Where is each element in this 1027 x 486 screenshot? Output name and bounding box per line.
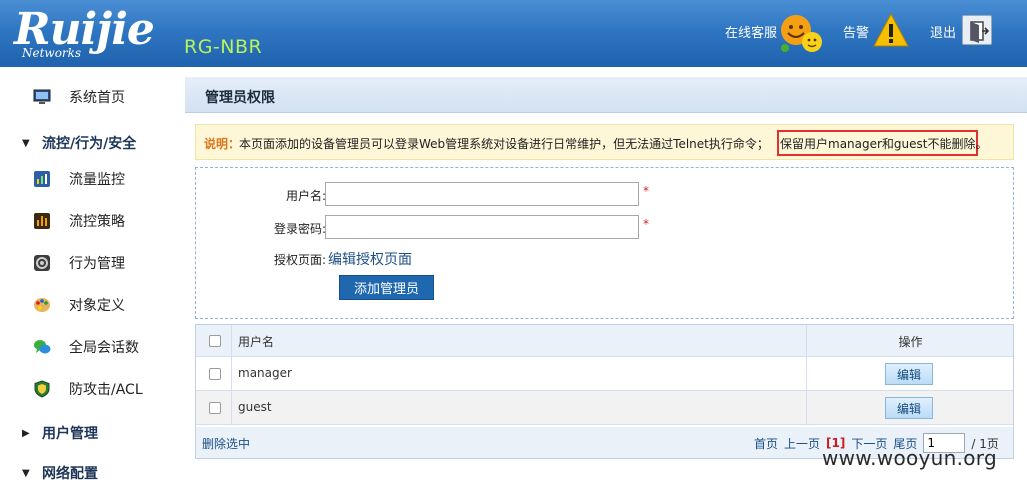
chart-icon: [34, 171, 50, 187]
sidebar-item-label: 流控策略: [69, 214, 125, 230]
auth-page-row: 授权页面: 编辑授权页面: [196, 246, 1015, 272]
alarm-link[interactable]: 告警: [843, 22, 869, 41]
logo-subtitle: Networks: [22, 46, 82, 60]
password-label: 登录密码:: [273, 222, 326, 236]
row-username: manager: [238, 365, 292, 380]
sidebar-item-object-def[interactable]: 对象定义: [0, 287, 178, 323]
edit-button[interactable]: 编辑: [885, 397, 933, 419]
header-decoration: [290, 36, 294, 47]
brand-logo: Ruijie Networks: [14, 4, 179, 62]
add-admin-form: 用户名: * 登录密码: * 授权页面: 编辑授权页面 添加管理员: [195, 167, 1014, 319]
required-mark: *: [643, 184, 649, 198]
edit-auth-page-link[interactable]: 编辑授权页面: [328, 249, 412, 269]
warning-icon[interactable]: [872, 12, 910, 48]
palette-icon: [34, 298, 50, 312]
required-mark: *: [643, 217, 649, 231]
logout-link[interactable]: 退出: [930, 22, 956, 41]
sidebar-group-network-config[interactable]: ▼ 网络配置: [0, 457, 178, 486]
sidebar-item-behavior-mgmt[interactable]: 行为管理: [0, 245, 178, 281]
row-checkbox-cell: [196, 357, 232, 390]
notice-text: 本页面添加的设备管理员可以登录Web管理系统对设备进行日常维护，但无法通过Tel…: [239, 137, 769, 151]
sidebar: 系统首页 ▼ 流控/行为/安全 流量监控 流控策略 行为管理 对象定义 全局会话…: [0, 67, 178, 486]
username-row: 用户名: *: [196, 182, 1015, 208]
auth-page-label: 授权页面:: [273, 253, 326, 267]
chevron-down-icon: ▼: [22, 137, 30, 149]
page-title: 管理员权限: [205, 90, 275, 106]
online-service-link[interactable]: 在线客服: [725, 22, 777, 41]
sidebar-group-label: 流控/行为/安全: [42, 136, 137, 152]
password-row: 登录密码: *: [196, 215, 1015, 241]
device-model: RG-NBR: [184, 36, 263, 58]
chat-icon: [34, 340, 51, 354]
select-all-checkbox[interactable]: [209, 334, 221, 347]
sidebar-item-label: 全局会话数: [69, 340, 139, 356]
sidebar-item-traffic-monitor[interactable]: 流量监控: [0, 161, 178, 197]
sidebar-item-anti-attack-acl[interactable]: 防攻击/ACL: [0, 371, 178, 407]
notice-highlight-box: 保留用户manager和guest不能删除。: [777, 130, 988, 156]
notice-lead: 说明：: [204, 137, 241, 151]
sidebar-item-label: 系统首页: [69, 90, 125, 106]
sidebar-group-label: 用户管理: [42, 426, 98, 442]
admin-table: 用户名 操作 manager 编辑 guest 编辑 删除选中 首页 上一页 […: [195, 324, 1014, 459]
sidebar-item-flow-policy[interactable]: 流控策略: [0, 203, 178, 239]
top-header: Ruijie Networks RG-NBR 在线客服 告警 退出: [0, 0, 1027, 67]
page-title-bar: 管理员权限: [185, 77, 1027, 113]
main-content: 管理员权限 说明： 本页面添加的设备管理员可以登录Web管理系统对设备进行日常维…: [185, 77, 1027, 486]
row-checkbox[interactable]: [209, 367, 221, 380]
sidebar-item-label: 对象定义: [69, 298, 125, 314]
watermark: www.wooyun.org: [822, 446, 997, 470]
chevron-down-icon: ▼: [22, 467, 30, 479]
table-row: guest 编辑: [196, 391, 1013, 425]
sidebar-item-home[interactable]: 系统首页: [0, 79, 178, 115]
column-header-operation: 操作: [898, 334, 923, 349]
prev-page-link[interactable]: 上一页: [784, 435, 820, 452]
sidebar-item-label: 防攻击/ACL: [69, 382, 143, 398]
shield-icon: [34, 380, 50, 398]
sidebar-group-flow-control[interactable]: ▼ 流控/行为/安全: [0, 127, 178, 159]
row-checkbox-cell: [196, 391, 232, 424]
row-checkbox[interactable]: [209, 401, 221, 414]
first-page-link[interactable]: 首页: [754, 435, 778, 452]
monitor-icon: [33, 89, 51, 104]
password-input[interactable]: [325, 215, 639, 239]
sidebar-group-user-mgmt[interactable]: ▶ 用户管理: [0, 417, 178, 449]
sidebar-item-global-sessions[interactable]: 全局会话数: [0, 329, 178, 365]
column-header-op-cell: 操作: [806, 325, 1013, 356]
add-admin-button[interactable]: 添加管理员: [339, 275, 434, 300]
row-op-cell: 编辑: [806, 391, 1013, 424]
username-input[interactable]: [325, 182, 639, 206]
sidebar-item-label: 流量监控: [69, 172, 125, 188]
column-header-username: 用户名: [238, 334, 275, 349]
notice-box: 说明： 本页面添加的设备管理员可以登录Web管理系统对设备进行日常维护，但无法通…: [195, 124, 1014, 160]
edit-button[interactable]: 编辑: [885, 363, 933, 385]
exit-door-icon[interactable]: [962, 15, 992, 45]
bars-icon: [34, 213, 50, 229]
notice-highlight-text: 保留用户manager和guest不能删除。: [780, 137, 988, 151]
header-checkbox-cell: [196, 325, 232, 356]
row-username: guest: [238, 399, 272, 414]
delete-selected-link[interactable]: 删除选中: [202, 435, 250, 452]
row-op-cell: 编辑: [806, 357, 1013, 390]
table-header-row: 用户名 操作: [196, 325, 1013, 357]
smiley-icon[interactable]: [778, 12, 822, 54]
table-row: manager 编辑: [196, 357, 1013, 391]
gear-icon: [34, 255, 50, 271]
sidebar-item-label: 行为管理: [69, 256, 125, 272]
username-label: 用户名:: [285, 189, 326, 203]
sidebar-group-label: 网络配置: [42, 466, 98, 482]
chevron-right-icon: ▶: [22, 427, 30, 439]
